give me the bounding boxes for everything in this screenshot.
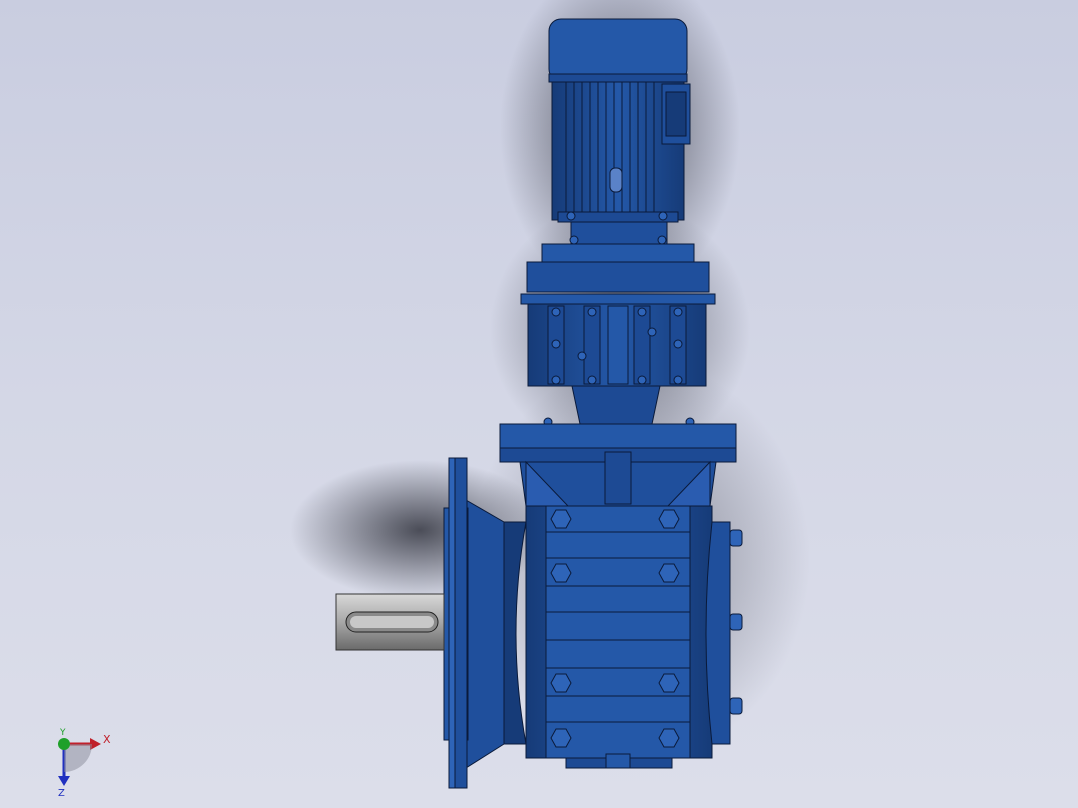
- y-axis-label: Y: [60, 728, 66, 738]
- output-shaft[interactable]: [335, 593, 445, 651]
- z-axis-label: Z: [58, 788, 65, 799]
- electric-motor[interactable]: [548, 18, 691, 245]
- 3d-viewport[interactable]: X Y Z: [0, 0, 1078, 808]
- y-axis-dot-icon: [58, 738, 70, 750]
- x-axis-label: X: [103, 733, 111, 746]
- axis-triad: [58, 738, 101, 786]
- z-axis-arrow-icon: [58, 776, 70, 786]
- lower-gearbox[interactable]: [499, 423, 743, 769]
- gearmotor-model[interactable]: [0, 0, 1078, 808]
